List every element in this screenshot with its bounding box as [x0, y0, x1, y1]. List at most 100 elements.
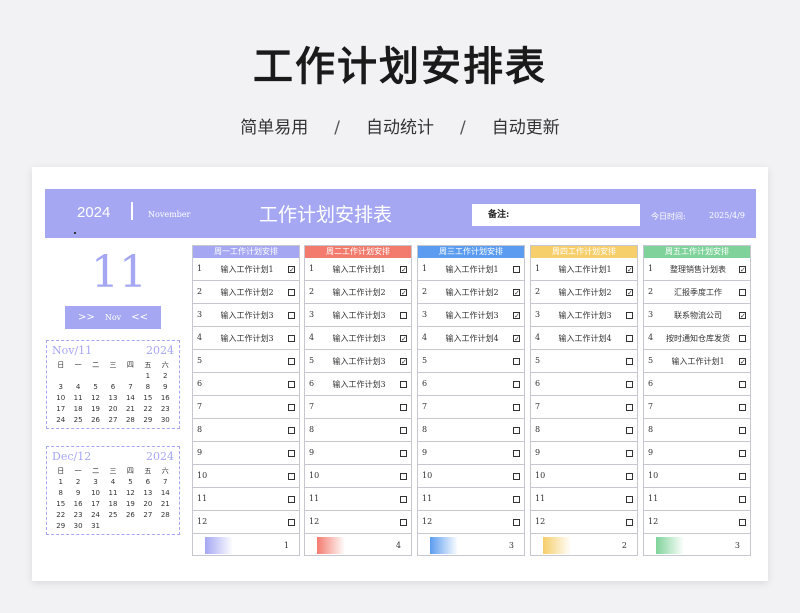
- task-row[interactable]: 11: [193, 488, 299, 511]
- task-checkbox[interactable]: [513, 266, 520, 273]
- calendar-day[interactable]: 8: [139, 383, 156, 392]
- task-checkbox[interactable]: [513, 519, 520, 526]
- task-row[interactable]: 12: [418, 511, 524, 534]
- task-checkbox[interactable]: [626, 473, 633, 480]
- notes-field[interactable]: 备注:: [472, 204, 640, 226]
- task-checkbox[interactable]: [739, 450, 746, 457]
- task-row[interactable]: 3 联系物流公司 ✓: [644, 304, 750, 327]
- calendar-day[interactable]: 13: [104, 394, 121, 403]
- task-checkbox[interactable]: [288, 381, 295, 388]
- calendar-day[interactable]: 20: [104, 405, 121, 414]
- next-month-button[interactable]: <<: [131, 312, 148, 323]
- task-row[interactable]: 6 输入工作计划3: [305, 373, 411, 396]
- task-text[interactable]: 输入工作计划3: [545, 310, 625, 321]
- task-row[interactable]: 7: [305, 396, 411, 419]
- task-checkbox[interactable]: [400, 312, 407, 319]
- task-row[interactable]: 4 输入工作计划3: [193, 327, 299, 350]
- task-checkbox[interactable]: [513, 427, 520, 434]
- calendar-day[interactable]: 30: [69, 522, 86, 531]
- task-checkbox[interactable]: [739, 404, 746, 411]
- calendar-day[interactable]: 31: [87, 522, 104, 531]
- calendar-day[interactable]: 19: [87, 405, 104, 414]
- calendar-day[interactable]: 30: [157, 416, 174, 425]
- task-checkbox[interactable]: [626, 519, 633, 526]
- calendar-day[interactable]: 17: [87, 500, 104, 509]
- calendar-day[interactable]: 25: [69, 416, 86, 425]
- task-checkbox[interactable]: [288, 404, 295, 411]
- task-checkbox[interactable]: [626, 358, 633, 365]
- task-text[interactable]: 输入工作计划3: [319, 310, 399, 321]
- task-checkbox[interactable]: [739, 427, 746, 434]
- calendar-day[interactable]: 13: [139, 489, 156, 498]
- task-row[interactable]: 10: [305, 465, 411, 488]
- calendar-day[interactable]: 16: [69, 500, 86, 509]
- task-checkbox[interactable]: [513, 496, 520, 503]
- task-checkbox[interactable]: [513, 473, 520, 480]
- task-row[interactable]: 3 输入工作计划3 ✓: [418, 304, 524, 327]
- task-row[interactable]: 8: [644, 419, 750, 442]
- banner-year[interactable]: 2024: [77, 204, 110, 221]
- task-checkbox[interactable]: ✓: [400, 266, 407, 274]
- task-text[interactable]: 输入工作计划1: [432, 264, 512, 275]
- task-checkbox[interactable]: ✓: [400, 358, 407, 366]
- task-text[interactable]: 输入工作计划3: [319, 356, 399, 367]
- task-text[interactable]: 输入工作计划2: [319, 287, 399, 298]
- calendar-day[interactable]: 4: [104, 478, 121, 487]
- calendar-day[interactable]: 18: [69, 405, 86, 414]
- task-row[interactable]: 9: [193, 442, 299, 465]
- calendar-day[interactable]: 3: [87, 478, 104, 487]
- task-text[interactable]: 输入工作计划1: [658, 356, 738, 367]
- calendar-day[interactable]: 15: [139, 394, 156, 403]
- calendar-day[interactable]: 7: [122, 383, 139, 392]
- calendar-day[interactable]: 6: [139, 478, 156, 487]
- calendar-day[interactable]: 15: [52, 500, 69, 509]
- task-row[interactable]: 8: [305, 419, 411, 442]
- task-row[interactable]: 7: [644, 396, 750, 419]
- task-checkbox[interactable]: [739, 519, 746, 526]
- task-checkbox[interactable]: [513, 358, 520, 365]
- task-checkbox[interactable]: [288, 450, 295, 457]
- task-text[interactable]: 输入工作计划3: [432, 310, 512, 321]
- calendar-day[interactable]: 24: [87, 511, 104, 520]
- task-checkbox[interactable]: [400, 496, 407, 503]
- task-checkbox[interactable]: ✓: [626, 266, 633, 274]
- task-checkbox[interactable]: [288, 358, 295, 365]
- task-row[interactable]: 9: [644, 442, 750, 465]
- task-row[interactable]: 8: [193, 419, 299, 442]
- task-row[interactable]: 4 输入工作计划3 ✓: [305, 327, 411, 350]
- calendar-day[interactable]: 16: [157, 394, 174, 403]
- task-row[interactable]: 9: [418, 442, 524, 465]
- task-checkbox[interactable]: [288, 335, 295, 342]
- task-row[interactable]: 1 输入工作计划1 ✓: [531, 258, 637, 281]
- task-row[interactable]: 7: [531, 396, 637, 419]
- task-row[interactable]: 6: [418, 373, 524, 396]
- task-text[interactable]: 输入工作计划1: [207, 264, 287, 275]
- task-text[interactable]: 按时通知仓库发货: [658, 333, 738, 344]
- task-checkbox[interactable]: [626, 496, 633, 503]
- task-text[interactable]: 输入工作计划2: [207, 287, 287, 298]
- task-checkbox[interactable]: [626, 427, 633, 434]
- calendar-day[interactable]: 3: [52, 383, 69, 392]
- task-text[interactable]: 输入工作计划3: [319, 379, 399, 390]
- calendar-day[interactable]: 14: [122, 394, 139, 403]
- task-checkbox[interactable]: ✓: [739, 358, 746, 366]
- calendar-day[interactable]: 21: [157, 500, 174, 509]
- task-checkbox[interactable]: [288, 427, 295, 434]
- task-checkbox[interactable]: [739, 496, 746, 503]
- task-row[interactable]: 2 汇报季度工作: [644, 281, 750, 304]
- calendar-day[interactable]: 20: [139, 500, 156, 509]
- task-row[interactable]: 11: [531, 488, 637, 511]
- task-row[interactable]: 5: [193, 350, 299, 373]
- task-row[interactable]: 8: [418, 419, 524, 442]
- task-row[interactable]: 5 输入工作计划3 ✓: [305, 350, 411, 373]
- calendar-day[interactable]: 2: [69, 478, 86, 487]
- task-row[interactable]: 1 输入工作计划1 ✓: [193, 258, 299, 281]
- task-checkbox[interactable]: [288, 312, 295, 319]
- calendar-day[interactable]: 5: [87, 383, 104, 392]
- task-checkbox[interactable]: ✓: [739, 312, 746, 320]
- task-row[interactable]: 4 按时通知仓库发货: [644, 327, 750, 350]
- task-text[interactable]: 输入工作计划3: [207, 310, 287, 321]
- calendar-day[interactable]: 29: [139, 416, 156, 425]
- calendar-day[interactable]: 5: [122, 478, 139, 487]
- task-text[interactable]: 输入工作计划3: [207, 333, 287, 344]
